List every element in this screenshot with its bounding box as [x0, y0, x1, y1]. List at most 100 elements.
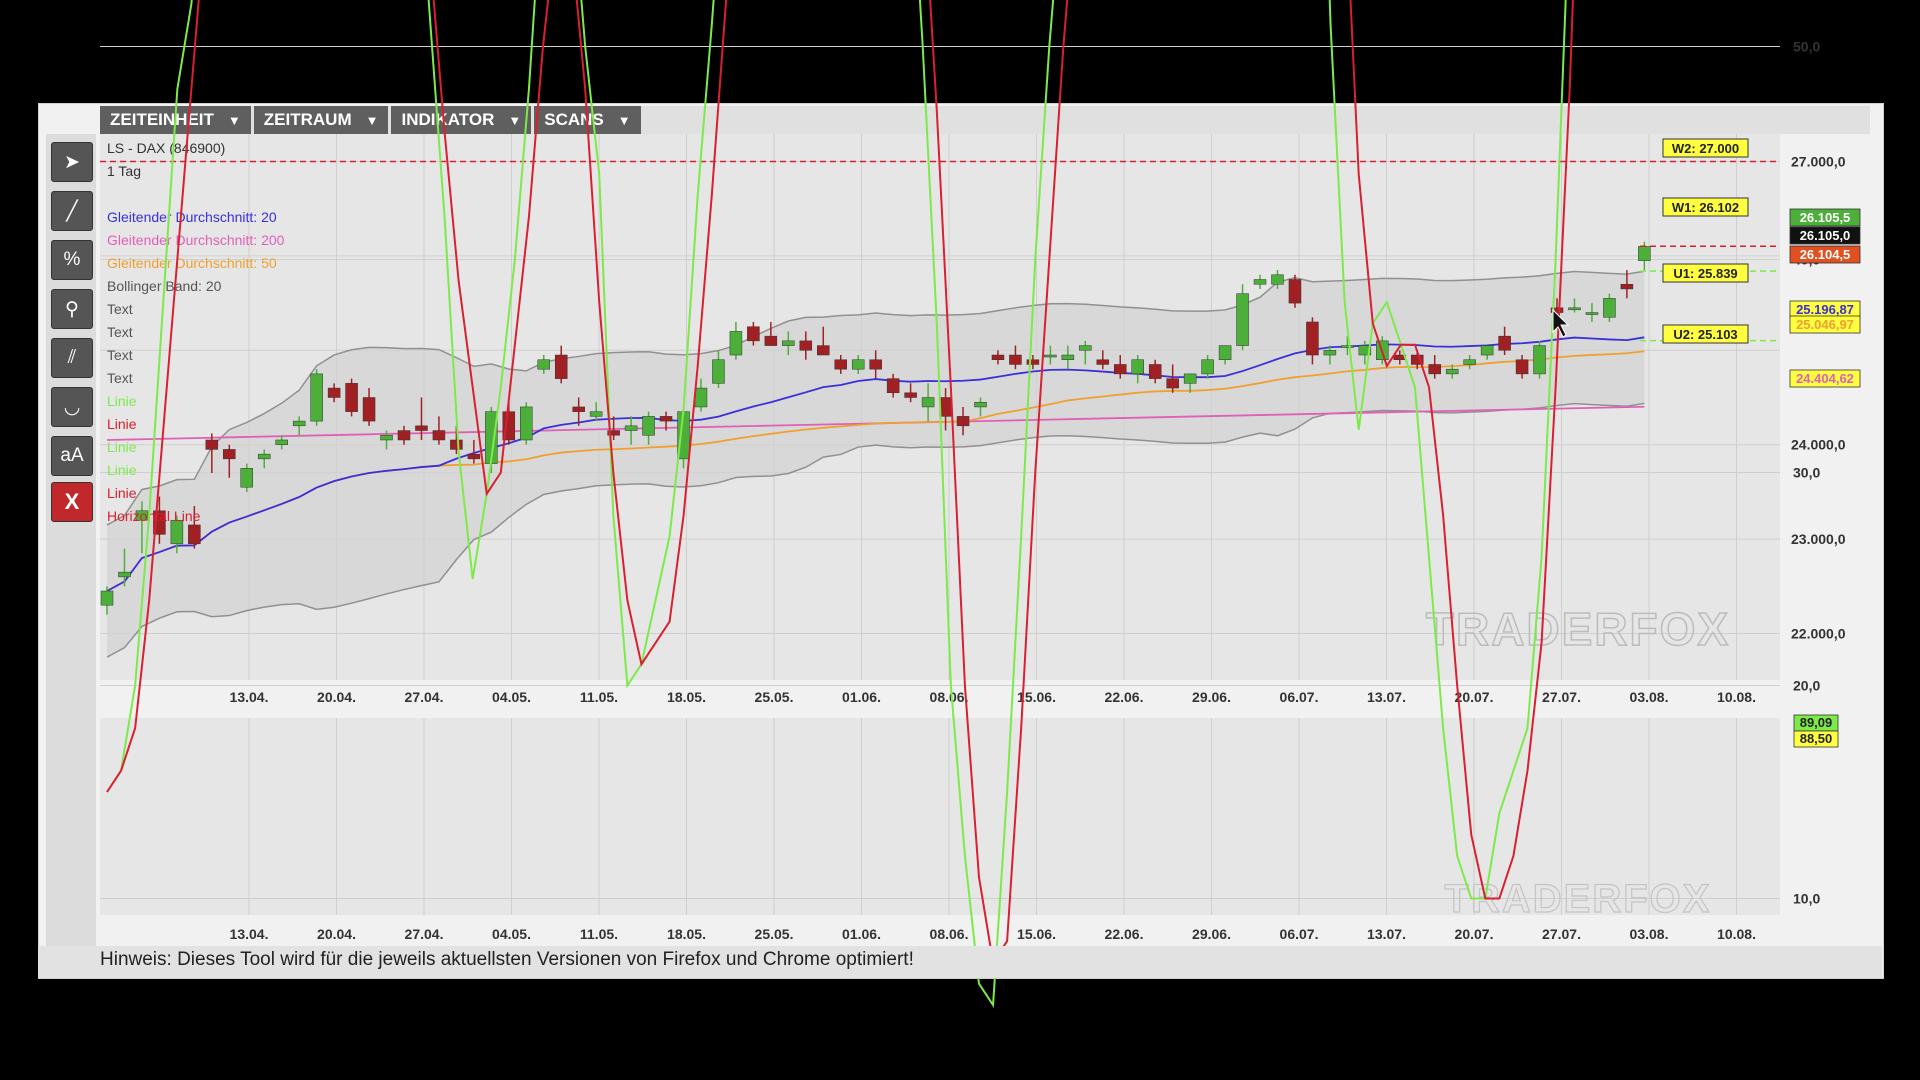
candle-body [1253, 279, 1267, 285]
legend-item: Linie [107, 462, 137, 478]
candle-body [240, 468, 254, 488]
candle-body [118, 571, 131, 578]
candle-body [1183, 373, 1197, 384]
candle-body [1026, 359, 1040, 365]
candle-body [1638, 246, 1651, 261]
candle-body [345, 383, 358, 412]
legend-item: Text [107, 301, 133, 317]
price-label: 25.196,87 [1796, 302, 1854, 317]
x-tick-label: 13.07. [1367, 926, 1406, 942]
legend-item: Linie [107, 393, 137, 409]
legend-item: Gleitender Durchschnitt: 200 [107, 232, 285, 248]
legend-item: Gleitender Durchschnitt: 20 [107, 209, 277, 225]
x-tick-label: 25.05. [755, 926, 794, 942]
candle-body [1166, 378, 1179, 389]
y-tick-label: 23.000,0 [1791, 531, 1846, 547]
y-tick-label: 30,0 [1793, 465, 1820, 481]
level-label: W2: 27.000 [1672, 141, 1739, 156]
x-tick-label: 01.06. [842, 926, 881, 942]
candle-body [520, 406, 533, 441]
candle-body [554, 354, 568, 379]
x-tick-label: 04.05. [492, 689, 531, 705]
candle-body [537, 359, 550, 370]
x-tick-label: 20.04. [317, 689, 356, 705]
candle-body [362, 397, 376, 422]
candle-body [205, 439, 219, 450]
candle-body [904, 392, 917, 398]
x-tick-label: 15.06. [1017, 926, 1056, 942]
browser-notice: Hinweis: Dieses Tool wird für die jeweil… [100, 949, 914, 970]
candle-body [921, 397, 935, 408]
x-tick-label: 08.06. [930, 926, 969, 942]
level-label: W1: 26.102 [1672, 200, 1739, 215]
candle-body [1533, 345, 1546, 375]
candle-body [956, 416, 970, 427]
candle-body [100, 590, 114, 606]
x-tick-label: 20.07. [1455, 926, 1494, 942]
chart-canvas[interactable]: 13.04. 13.04. 20.04. 20.04. 27.04. 27.04. 04.0… [0, 0, 1920, 1080]
legend-item: Text [107, 370, 133, 386]
x-tick-label: 27.04. [405, 926, 444, 942]
candle-body [886, 378, 900, 394]
x-tick-label: 03.08. [1630, 689, 1669, 705]
candle-body [1096, 359, 1110, 365]
x-tick-label: 08.06. [930, 689, 969, 705]
x-tick-label: 06.07. [1280, 926, 1319, 942]
candle-body [1463, 359, 1476, 365]
candle-body [1079, 345, 1092, 351]
x-tick-label: 20.07. [1455, 689, 1494, 705]
legend-item: Horizontal Line [107, 508, 201, 524]
price-label: 26.105,0 [1800, 228, 1851, 243]
candle-body [1585, 312, 1599, 315]
x-tick-label: 27.07. [1542, 689, 1581, 705]
candle-body [1044, 354, 1057, 358]
level-label: U1: 25.839 [1673, 266, 1737, 281]
candle-body [1445, 368, 1459, 375]
candle-body [1148, 364, 1162, 379]
candle-body [939, 397, 952, 417]
y-tick-label: 27.000,0 [1791, 154, 1846, 170]
candle-body [1428, 364, 1441, 375]
x-tick-label: 11.05. [580, 926, 618, 942]
legend-item: Linie [107, 416, 137, 432]
legend-item: Linie [107, 485, 137, 501]
candle-body [782, 340, 795, 346]
watermark-logo: TRADERFOX [1426, 603, 1730, 655]
candle-body [292, 420, 306, 427]
candle-body [188, 524, 201, 545]
y-tick-label: 22.000,0 [1791, 626, 1846, 642]
candle-body [450, 439, 463, 450]
candle-body [310, 373, 323, 422]
x-tick-label: 04.05. [492, 926, 531, 942]
candle-body [415, 425, 428, 431]
candle-body [974, 401, 987, 408]
candle-body [694, 387, 708, 408]
x-tick-label: 06.07. [1280, 689, 1319, 705]
candle-body [1218, 345, 1232, 360]
candle-body [1515, 359, 1529, 375]
x-tick-label: 22.06. [1105, 689, 1144, 705]
x-tick-label: 25.05. [755, 689, 794, 705]
candle-body [659, 416, 673, 422]
candle-body [1061, 354, 1075, 360]
legend-item: 1 Tag [107, 163, 141, 179]
candle-body [1498, 335, 1511, 351]
candle-body [624, 425, 638, 431]
candle-body [642, 416, 655, 436]
price-label: 25.046,97 [1796, 317, 1854, 332]
candle-body [1131, 359, 1144, 375]
candle-body [817, 345, 830, 356]
x-tick-label: 27.04. [405, 689, 444, 705]
x-tick-label: 27.07. [1542, 926, 1581, 942]
candle-body [834, 359, 847, 370]
candle-body [223, 449, 236, 460]
candle-body [712, 359, 725, 384]
x-tick-label: 13.04. [230, 689, 269, 705]
x-tick-label: 29.06. [1192, 689, 1231, 705]
candle-body [1480, 345, 1494, 356]
x-tick-label: 10.08. [1717, 926, 1756, 942]
price-label: 26.105,5 [1800, 210, 1851, 225]
candle-body [467, 453, 481, 460]
legend-item: Gleitender Durchschnitt: 50 [107, 255, 277, 271]
candle-body [397, 430, 411, 441]
